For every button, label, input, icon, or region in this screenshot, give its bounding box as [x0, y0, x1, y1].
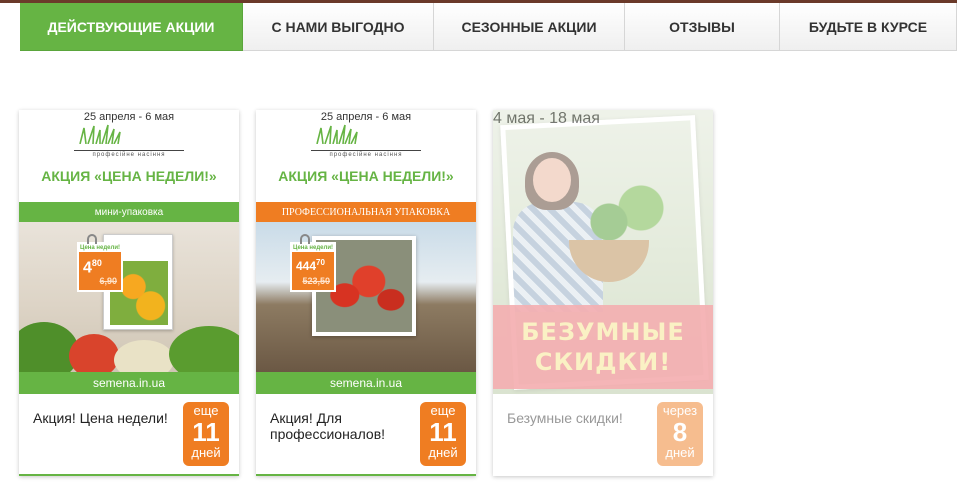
- tab-reviews[interactable]: Отзывы: [625, 3, 780, 51]
- site-url: semena.in.ua: [256, 372, 476, 394]
- promo-tabs: Действующие акции С нами выгодно Сезонны…: [20, 3, 957, 51]
- promo-photo: Цена недели! 44470 523,50: [256, 222, 476, 372]
- price-new: 4: [83, 259, 92, 277]
- brand-logo: професійне насіння: [311, 124, 421, 158]
- price-new-cents: 70: [316, 258, 325, 267]
- promo-text[interactable]: Акция! Для профессионалов!: [270, 410, 410, 442]
- price-old: 6,90: [99, 276, 117, 286]
- tomato-image: [69, 334, 119, 372]
- promo-info: Акция! Для профессионалов! еще 11 дней: [256, 394, 476, 476]
- badge-prefix: еще: [430, 403, 456, 418]
- days-until-badge: через 8 дней: [657, 402, 703, 466]
- badge-unit: дней: [428, 445, 458, 460]
- promo-text[interactable]: Безумные скидки!: [507, 410, 647, 426]
- badge-days: 8: [672, 417, 688, 447]
- brand-logo: професійне насіння: [74, 124, 184, 158]
- headline-band: БЕЗУМНЫЕ СКИДКИ!: [493, 305, 713, 389]
- tab-current-promos[interactable]: Действующие акции: [20, 3, 243, 51]
- price-new: 444: [296, 259, 317, 273]
- pack-ribbon: мини-упаковка: [19, 202, 239, 222]
- price-new-cents: 80: [91, 258, 102, 268]
- promo-date: 25 апреля - 6 мая: [83, 111, 175, 123]
- promo-card-week-price-pro[interactable]: 25 апреля - 6 мая професійне насіння Акц…: [256, 110, 476, 476]
- badge-prefix: еще: [193, 403, 219, 418]
- greens-image: [169, 326, 239, 372]
- badge-prefix: через: [662, 403, 698, 418]
- promo-photo: БЕЗУМНЫЕ СКИДКИ!: [493, 110, 713, 394]
- brand-tagline: професійне насіння: [311, 150, 421, 158]
- badge-days: 11: [192, 417, 220, 447]
- card-bottom-line: [19, 474, 239, 476]
- promo-date: 25 апреля - 6 мая: [320, 111, 412, 123]
- grass-logo-icon: [79, 124, 121, 145]
- days-left-badge: еще 11 дней: [420, 402, 466, 466]
- badge-unit: дней: [665, 445, 695, 460]
- onion-image: [114, 340, 174, 372]
- promo-title: Акция «ЦЕНА НЕДЕЛИ!»: [278, 168, 454, 184]
- headline-line-1: БЕЗУМНЫЕ: [521, 318, 685, 346]
- promo-banner[interactable]: 25 апреля - 6 мая професійне насіння Акц…: [256, 110, 476, 394]
- days-left-badge: еще 11 дней: [183, 402, 229, 466]
- price-tag: Цена недели! 44470 523,50: [290, 234, 336, 292]
- badge-unit: дней: [191, 445, 221, 460]
- badge-days: 11: [429, 417, 457, 447]
- card-bottom-line: [256, 474, 476, 476]
- pack-ribbon: Профессиональная упаковка: [256, 202, 476, 222]
- promo-banner[interactable]: 25 апреля - 6 мая професійне насіння Акц…: [19, 110, 239, 394]
- promo-card-week-price-mini[interactable]: 25 апреля - 6 мая професійне насіння Акц…: [19, 110, 239, 476]
- price-tag-header: Цена недели!: [292, 244, 334, 252]
- tab-benefits[interactable]: С нами выгодно: [243, 3, 434, 51]
- headline-line-2: СКИДКИ!: [534, 348, 672, 376]
- promo-info: Безумные скидки! через 8 дней: [493, 394, 713, 476]
- price-tag-header: Цена недели!: [79, 244, 121, 252]
- site-url: semena.in.ua: [19, 372, 239, 394]
- promo-banner[interactable]: БЕЗУМНЫЕ СКИДКИ! 4 мая - 18 мая: [493, 110, 713, 394]
- price-tag: Цена недели! 480 6,90: [77, 234, 123, 292]
- tab-stay-informed[interactable]: Будьте в курсе: [780, 3, 957, 51]
- promo-photo: Цена недели! 480 6,90: [19, 222, 239, 372]
- promo-info: Акция! Цена недели! еще 11 дней: [19, 394, 239, 476]
- tab-seasonal-promos[interactable]: Сезонные акции: [434, 3, 625, 51]
- promo-text[interactable]: Акция! Цена недели!: [33, 410, 173, 426]
- price-old: 523,50: [302, 276, 330, 286]
- promo-card-crazy-discounts[interactable]: БЕЗУМНЫЕ СКИДКИ! 4 мая - 18 мая Безумные…: [493, 110, 713, 476]
- promo-title: Акция «ЦЕНА НЕДЕЛИ!»: [41, 168, 217, 184]
- brand-tagline: професійне насіння: [74, 150, 184, 158]
- grass-logo-icon: [316, 124, 358, 145]
